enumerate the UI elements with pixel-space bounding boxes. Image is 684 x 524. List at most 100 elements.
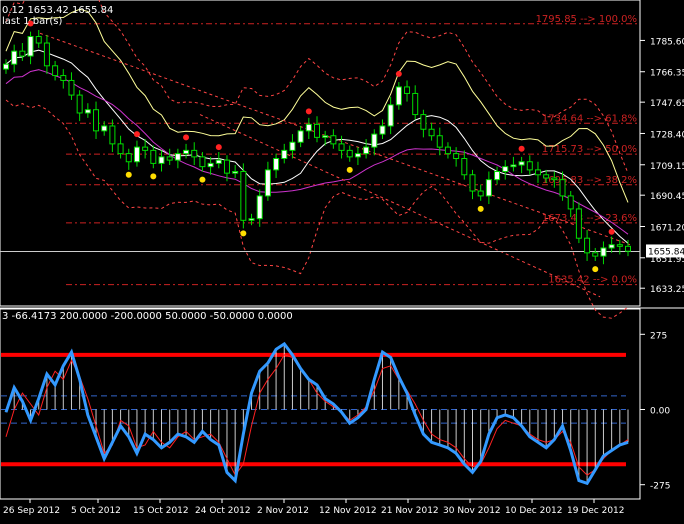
candle-body — [68, 79, 75, 96]
candle-body — [322, 135, 329, 138]
candle-body — [60, 75, 67, 81]
price-header-values: 0.12 1653.42 1655.84 — [2, 5, 113, 16]
candle-body — [314, 123, 320, 138]
chart-background — [0, 0, 684, 520]
candle-body — [248, 218, 255, 221]
candle-body — [183, 149, 190, 155]
candle-body — [404, 86, 411, 94]
price-axis-label: 1747.65 — [650, 99, 684, 109]
fractal-down-marker — [150, 173, 157, 180]
fractal-up-marker — [215, 144, 222, 151]
candle-body — [289, 141, 296, 151]
time-axis-label: 26 Sep 2012 — [3, 506, 60, 516]
candle-body — [125, 153, 132, 163]
candle-body — [543, 174, 550, 179]
candle-body — [297, 130, 304, 143]
candle-body — [93, 109, 100, 132]
price-axis-label: 1671.20 — [650, 223, 684, 233]
current-price-value: 1655.84 — [648, 247, 684, 257]
candle-body — [84, 109, 91, 114]
candle-body — [264, 169, 271, 197]
candle-body — [518, 161, 525, 166]
time-axis-label: 10 Dec 2012 — [505, 506, 563, 516]
candle-body — [567, 195, 574, 210]
fractal-up-marker — [608, 228, 615, 235]
candle-body — [256, 195, 263, 220]
candle-body — [354, 153, 361, 158]
candle-body — [52, 65, 59, 77]
candle-body — [19, 50, 26, 57]
candle-body — [346, 149, 353, 158]
candle-body — [453, 153, 460, 160]
candle-body — [616, 244, 623, 247]
candle-body — [584, 237, 591, 254]
candle-body — [142, 146, 149, 151]
indicator-axis-label: -275 — [650, 482, 670, 492]
candle-body — [625, 245, 631, 252]
trading-chart-window[interactable]: 1795.85 --> 100.0% 1734.64 --> 61.8% 1715.… — [0, 0, 684, 520]
candle-body — [485, 179, 492, 197]
time-axis-label: 21 Nov 2012 — [381, 506, 439, 516]
candle-body — [575, 208, 582, 239]
candle-body — [133, 146, 140, 163]
candle-body — [444, 146, 451, 155]
price-axis-label: 1785.60 — [650, 37, 684, 47]
fractal-down-marker — [592, 266, 599, 273]
price-axis-label: 1690.45 — [650, 192, 684, 202]
candle-body — [223, 159, 230, 174]
candle-body — [207, 162, 214, 168]
candle-body — [600, 247, 607, 257]
chart-canvas[interactable]: 1795.85 --> 100.0% 1734.64 --> 61.8% 1715.… — [0, 0, 684, 520]
fib-level-label: 1696.83 --> 38.2% — [542, 175, 637, 186]
candle-body — [11, 50, 18, 65]
candle-body — [387, 104, 394, 127]
candle-body — [240, 171, 247, 221]
candle-body — [109, 125, 116, 145]
candle-body — [608, 244, 615, 249]
candle-body — [469, 174, 476, 192]
time-axis-label: 19 Dec 2012 — [567, 506, 625, 516]
candle-body — [371, 133, 378, 148]
candle-body — [436, 135, 443, 148]
candle-body — [502, 166, 509, 173]
fib-level-label: 1734.64 --> 61.8% — [542, 113, 637, 124]
candle-body — [461, 158, 468, 176]
indicator-axis-label: 0.00 — [650, 407, 670, 417]
candle-body — [592, 252, 599, 257]
time-axis-label: 24 Oct 2012 — [195, 506, 251, 516]
candle-body — [35, 36, 42, 44]
candle-body — [363, 146, 370, 155]
candle-body — [494, 171, 501, 181]
candle-body — [510, 164, 517, 168]
candle-body — [412, 92, 419, 116]
candle-body — [158, 156, 165, 164]
price-axis-label: 1766.35 — [650, 69, 684, 79]
candle-body — [150, 149, 157, 164]
candle-body — [117, 143, 124, 155]
candle-body — [43, 42, 50, 67]
candle-body — [330, 135, 337, 145]
candle-body — [3, 63, 9, 70]
candle-body — [420, 114, 427, 130]
fractal-up-marker — [518, 145, 525, 152]
candle-body — [174, 153, 181, 161]
candle-body — [477, 190, 484, 197]
candle-body — [534, 169, 541, 176]
time-axis-label: 12 Nov 2012 — [319, 506, 377, 516]
fractal-down-marker — [477, 205, 484, 212]
fractal-up-marker — [395, 70, 402, 77]
time-axis-label: 30 Nov 2012 — [443, 506, 501, 516]
candle-body — [338, 143, 345, 151]
fib-level-label: 1635.42 --> 0.0% — [548, 275, 637, 286]
time-axis-label: 2 Nov 2012 — [257, 506, 309, 516]
fib-level-label: 1715.73 --> 50.0% — [542, 144, 637, 155]
candle-body — [428, 128, 435, 137]
price-header-bars: last 1 bar(s) — [2, 16, 62, 27]
candle-body — [559, 179, 566, 197]
fractal-up-marker — [133, 131, 140, 138]
indicator-axis-label: 275 — [650, 331, 667, 341]
fractal-down-marker — [125, 171, 132, 178]
candle-body — [305, 123, 312, 132]
candle-body — [199, 156, 206, 168]
price-axis-label: 1728.40 — [650, 130, 684, 140]
